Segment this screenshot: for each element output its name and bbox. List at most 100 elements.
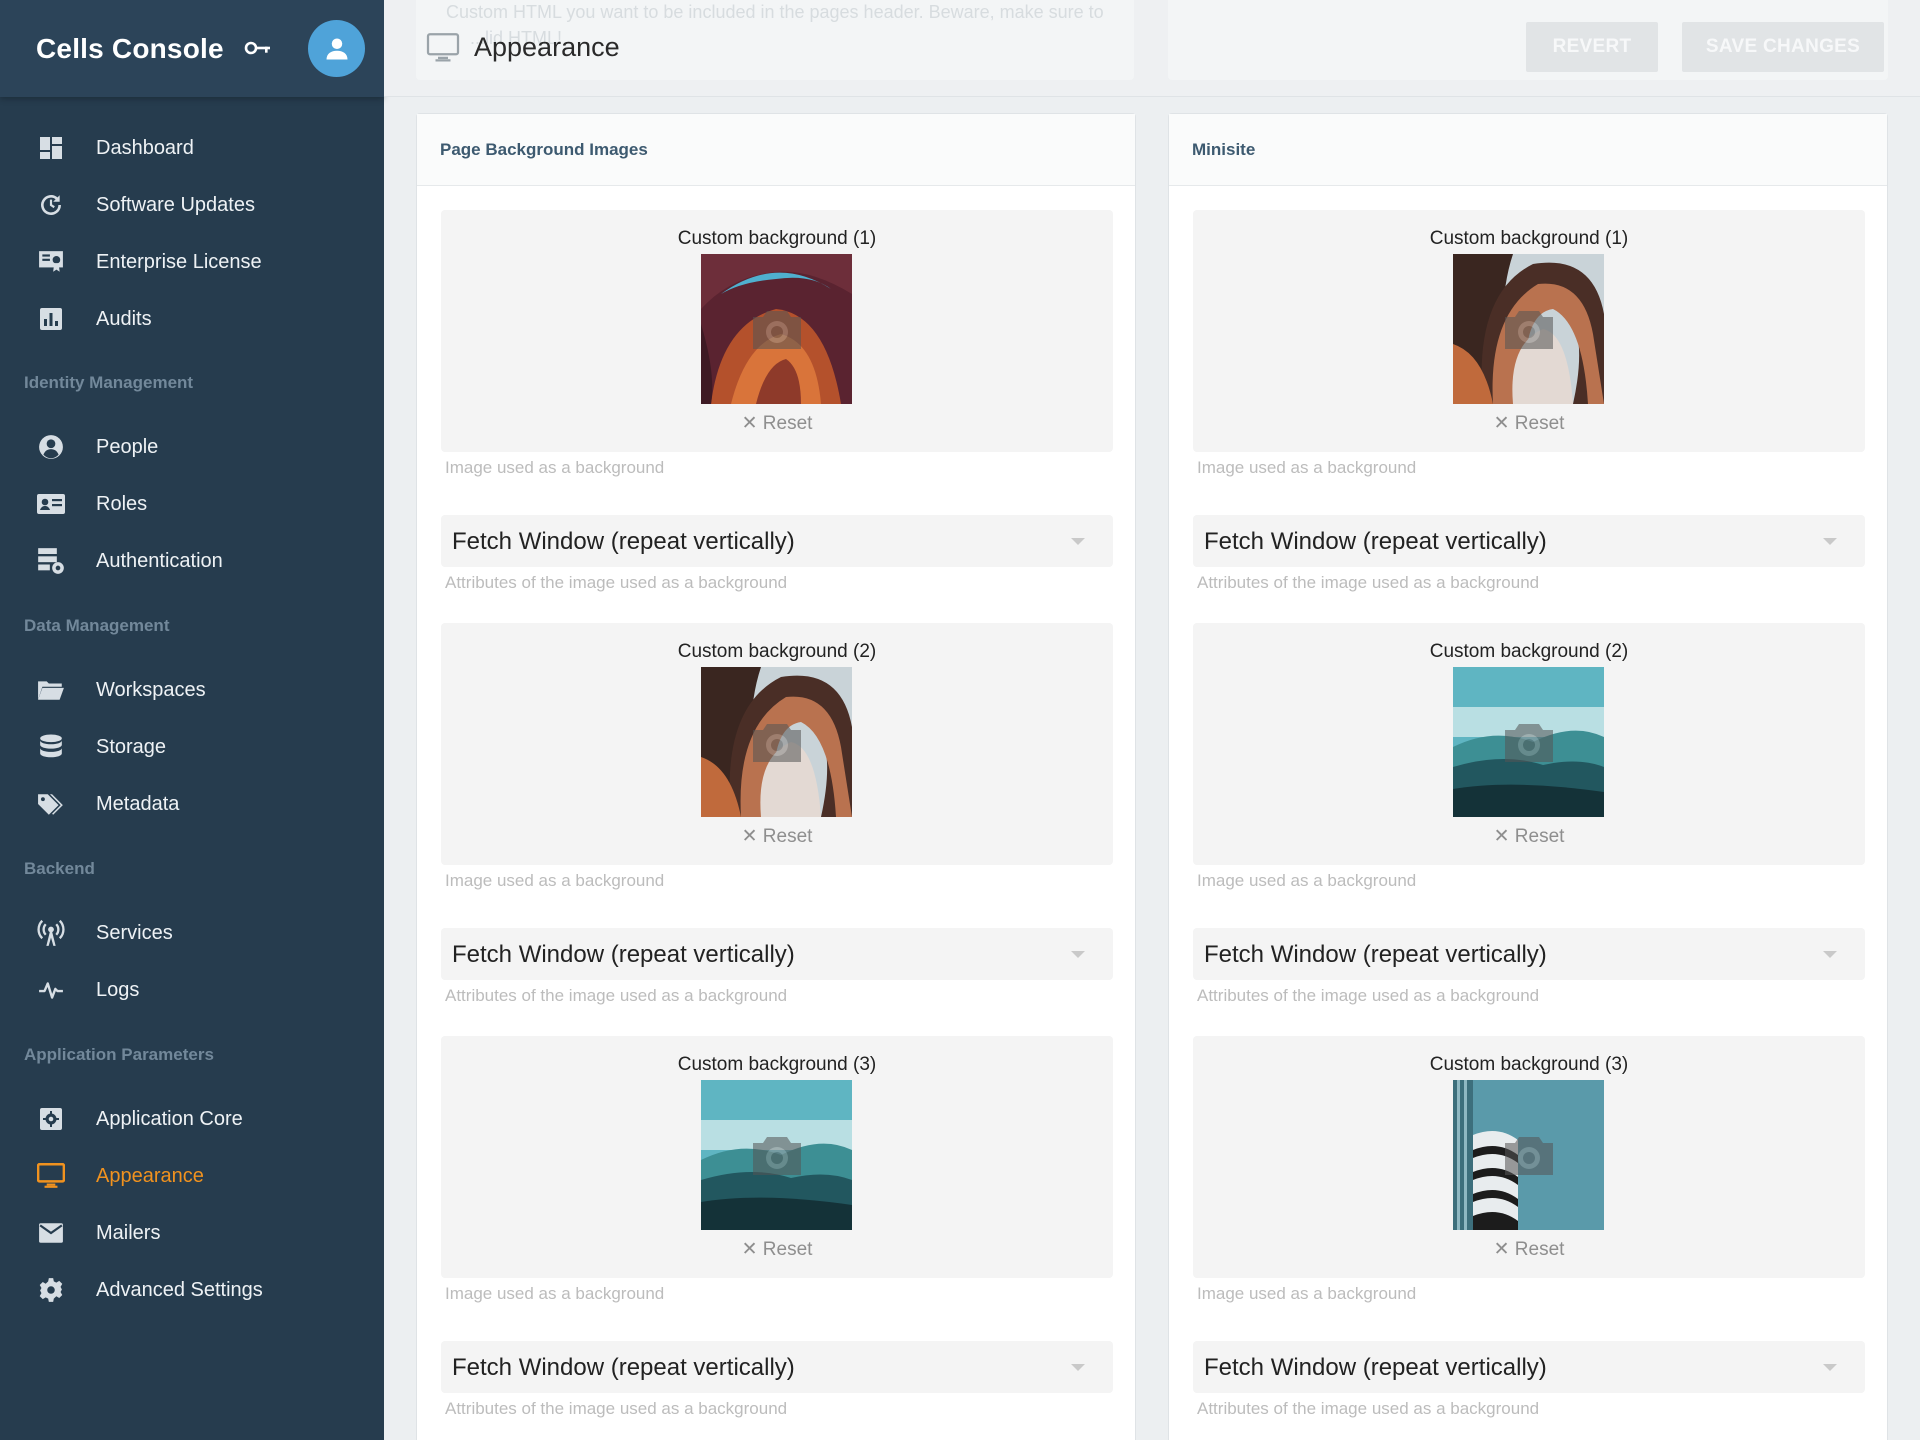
chevron-down-icon (1071, 538, 1085, 545)
sidebar-item-software-updates[interactable]: Software Updates (0, 180, 384, 230)
sidebar-item-label: Services (96, 921, 173, 944)
background-attributes-select[interactable]: Fetch Window (repeat vertically) (441, 1341, 1113, 1393)
sidebar-item-label: Appearance (96, 1164, 204, 1187)
monitor-icon (426, 32, 460, 61)
background-attributes-select[interactable]: Fetch Window (repeat vertically) (441, 515, 1113, 567)
chevron-down-icon (1823, 538, 1837, 545)
sidebar-item-enterprise-license[interactable]: Enterprise License (0, 237, 384, 287)
sidebar-item-label: Software Updates (96, 193, 255, 216)
close-icon: ✕ (1493, 826, 1515, 847)
background-thumbnail[interactable] (1453, 254, 1604, 404)
sidebar-item-workspaces[interactable]: Workspaces (0, 665, 384, 715)
background-attributes-select[interactable]: Fetch Window (repeat vertically) (1193, 515, 1865, 567)
select-hint: Attributes of the image used as a backgr… (1197, 1399, 1540, 1418)
close-icon: ✕ (741, 826, 763, 847)
sidebar-item-metadata[interactable]: Metadata (0, 779, 384, 829)
person-icon (326, 38, 347, 59)
image-hint: Image used as a background (1197, 1284, 1417, 1303)
select-hint: Attributes of the image used as a backgr… (445, 573, 788, 592)
image-title: Custom background (2) (677, 641, 877, 662)
top-bar: Custom HTML you want to be included in t… (384, 0, 1920, 97)
card-title: Page Background Images (417, 114, 1135, 186)
reset-label: Reset (762, 413, 813, 434)
background-thumbnail[interactable] (701, 254, 852, 404)
chevron-down-icon (1823, 1364, 1837, 1371)
background-thumbnail[interactable] (1453, 667, 1604, 817)
avatar[interactable] (308, 20, 365, 77)
image-uploader[interactable]: Custom background (1) ✕ Reset (441, 210, 1113, 452)
background-thumbnail[interactable] (701, 1080, 852, 1230)
update-icon (37, 191, 65, 219)
sidebar-item-label: Logs (96, 978, 140, 1001)
image-title: Custom background (3) (677, 1054, 877, 1075)
reset-label: Reset (762, 1239, 813, 1260)
background-thumbnail[interactable] (1453, 1080, 1604, 1230)
image-hint: Image used as a background (1197, 871, 1417, 890)
image-uploader[interactable]: Custom background (3) ✕ Reset (1193, 1036, 1865, 1278)
chart-icon (37, 305, 65, 333)
reset-button[interactable]: ✕ Reset (441, 825, 1113, 848)
camera-icon (1504, 1137, 1553, 1175)
select-value: Fetch Window (repeat vertically) (452, 528, 795, 555)
reset-button[interactable]: ✕ Reset (441, 1238, 1113, 1261)
camera-icon (1504, 311, 1553, 349)
close-icon: ✕ (1493, 413, 1515, 434)
image-hint: Image used as a background (445, 1284, 665, 1303)
reset-label: Reset (1514, 826, 1565, 847)
background-attributes-select[interactable]: Fetch Window (repeat vertically) (1193, 1341, 1865, 1393)
reset-button[interactable]: ✕ Reset (1193, 825, 1865, 848)
key-icon[interactable] (244, 38, 272, 58)
sidebar-item-logs[interactable]: Logs (0, 965, 384, 1015)
close-icon: ✕ (741, 1239, 763, 1260)
reset-button[interactable]: ✕ Reset (1193, 1238, 1865, 1261)
sidebar-item-services[interactable]: Services (0, 908, 384, 958)
image-uploader[interactable]: Custom background (2) ✕ Reset (441, 623, 1113, 865)
section-identity-management: Identity Management (24, 373, 194, 392)
card-title: Minisite (1169, 114, 1887, 186)
sidebar-item-audits[interactable]: Audits (0, 294, 384, 344)
monitor-icon (37, 1162, 65, 1190)
select-value: Fetch Window (repeat vertically) (452, 941, 795, 968)
reset-label: Reset (1514, 1239, 1565, 1260)
database-icon (37, 733, 65, 761)
section-data-management: Data Management (24, 616, 170, 635)
license-icon (37, 248, 65, 276)
sidebar-item-mailers[interactable]: Mailers (0, 1208, 384, 1258)
sidebar-item-authentication[interactable]: Authentication (0, 536, 384, 586)
sidebar-header: Cells Console (0, 0, 384, 97)
revert-button[interactable]: REVERT (1526, 22, 1658, 72)
section-backend: Backend (24, 859, 95, 878)
save-changes-button[interactable]: SAVE CHANGES (1682, 22, 1884, 72)
camera-icon (752, 1137, 801, 1175)
sidebar: Cells Console Dashboard Software Updates… (0, 0, 384, 1440)
sidebar-item-label: Authentication (96, 549, 223, 572)
sidebar-item-label: Storage (96, 735, 167, 758)
sidebar-item-application-core[interactable]: Application Core (0, 1094, 384, 1144)
reset-button[interactable]: ✕ Reset (441, 412, 1113, 435)
select-value: Fetch Window (repeat vertically) (1204, 941, 1547, 968)
image-uploader[interactable]: Custom background (3) ✕ Reset (441, 1036, 1113, 1278)
page-title: Appearance (474, 32, 620, 62)
sidebar-item-people[interactable]: People (0, 422, 384, 472)
image-title: Custom background (2) (1429, 641, 1629, 662)
image-uploader[interactable]: Custom background (2) ✕ Reset (1193, 623, 1865, 865)
sidebar-item-appearance[interactable]: Appearance (0, 1151, 384, 1201)
image-hint: Image used as a background (445, 871, 665, 890)
folder-icon (37, 676, 65, 704)
id-card-icon (37, 490, 65, 518)
antenna-icon (37, 919, 65, 947)
minisite-card: Minisite Custom background (1) ✕ Reset I… (1168, 113, 1888, 1440)
image-uploader[interactable]: Custom background (1) ✕ Reset (1193, 210, 1865, 452)
sidebar-item-dashboard[interactable]: Dashboard (0, 123, 384, 173)
background-attributes-select[interactable]: Fetch Window (repeat vertically) (1193, 928, 1865, 980)
select-hint: Attributes of the image used as a backgr… (1197, 573, 1540, 592)
sidebar-item-roles[interactable]: Roles (0, 479, 384, 529)
background-attributes-select[interactable]: Fetch Window (repeat vertically) (441, 928, 1113, 980)
sidebar-item-storage[interactable]: Storage (0, 722, 384, 772)
reset-button[interactable]: ✕ Reset (1193, 412, 1865, 435)
sidebar-item-label: People (96, 435, 159, 458)
sidebar-item-advanced-settings[interactable]: Advanced Settings (0, 1265, 384, 1315)
person-circle-icon (37, 433, 65, 461)
sidebar-item-label: Roles (96, 492, 148, 515)
background-thumbnail[interactable] (701, 667, 852, 817)
